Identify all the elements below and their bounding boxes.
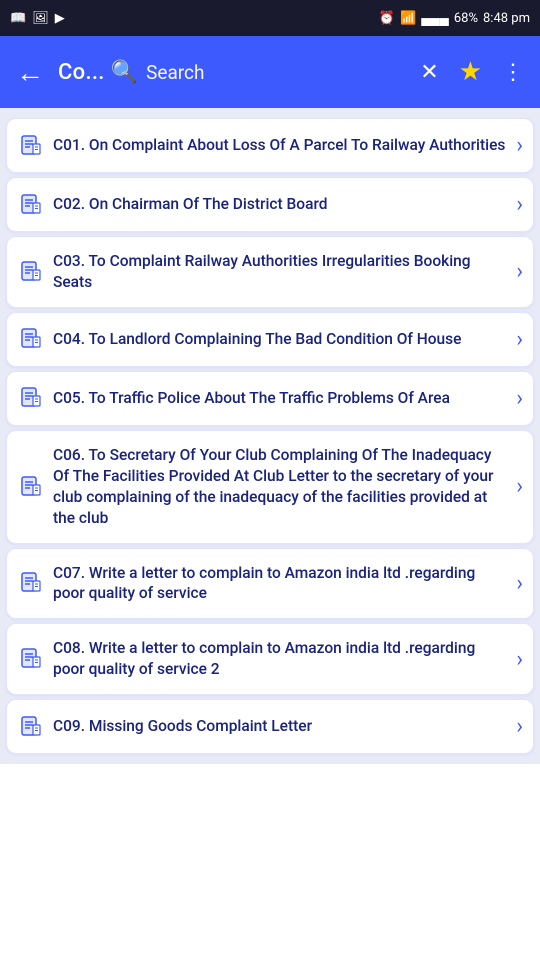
chevron-right-icon: › — [516, 647, 523, 672]
app-bar: ← Co... 🔍 Search ✕ ★ ⋮ — [0, 36, 540, 108]
favorite-button[interactable]: ★ — [451, 49, 490, 95]
document-icon — [19, 647, 43, 671]
chevron-right-icon: › — [516, 133, 523, 158]
document-icon — [19, 715, 43, 739]
list-item-text: C04. To Landlord Complaining The Bad Con… — [53, 329, 506, 350]
document-icon — [19, 193, 43, 217]
close-button[interactable]: ✕ — [412, 52, 446, 93]
list-item[interactable]: C06. To Secretary Of Your Club Complaini… — [6, 430, 534, 544]
list-item[interactable]: C02. On Chairman Of The District Board › — [6, 177, 534, 232]
document-icon — [19, 134, 43, 158]
chevron-right-icon: › — [516, 714, 523, 739]
document-icon — [19, 260, 43, 284]
sim-icon: 📶 — [400, 11, 416, 26]
back-button[interactable]: ← — [8, 48, 52, 97]
chevron-right-icon: › — [516, 192, 523, 217]
list-item[interactable]: C01. On Complaint About Loss Of A Parcel… — [6, 118, 534, 173]
list-item[interactable]: C03. To Complaint Railway Authorities Ir… — [6, 236, 534, 308]
search-bar[interactable]: 🔍 Search — [111, 60, 407, 85]
list-item-text: C09. Missing Goods Complaint Letter — [53, 716, 506, 737]
image-icon: 🖼 — [32, 11, 49, 26]
list-container: C01. On Complaint About Loss Of A Parcel… — [0, 108, 540, 764]
list-item-text: C03. To Complaint Railway Authorities Ir… — [53, 251, 506, 293]
status-bar-left: 📖 🖼 ▶ — [10, 11, 65, 26]
list-item-text: C08. Write a letter to complain to Amazo… — [53, 638, 506, 680]
chevron-right-icon: › — [516, 386, 523, 411]
back-arrow-icon: ← — [16, 56, 44, 89]
list-item-text: C02. On Chairman Of The District Board — [53, 194, 506, 215]
app-bar-title: Co... — [58, 60, 105, 85]
chevron-right-icon: › — [516, 474, 523, 499]
document-icon — [19, 571, 43, 595]
alarm-icon: ⏰ — [379, 11, 395, 26]
overflow-menu-icon: ⋮ — [502, 60, 524, 85]
youtube-icon: ▶ — [55, 11, 65, 26]
book-icon: 📖 — [10, 11, 26, 26]
battery-level: 68% — [454, 11, 478, 26]
list-item-text: C01. On Complaint About Loss Of A Parcel… — [53, 135, 506, 156]
star-icon: ★ — [459, 57, 482, 87]
status-bar: 📖 🖼 ▶ ⏰ 📶 ▄▄▄ 68% 8:48 pm — [0, 0, 540, 36]
list-item[interactable]: C08. Write a letter to complain to Amazo… — [6, 623, 534, 695]
list-item[interactable]: C09. Missing Goods Complaint Letter › — [6, 699, 534, 754]
document-icon — [19, 475, 43, 499]
close-icon: ✕ — [420, 60, 438, 85]
chevron-right-icon: › — [516, 259, 523, 284]
status-bar-right: ⏰ 📶 ▄▄▄ 68% 8:48 pm — [379, 10, 530, 26]
list-item-text: C05. To Traffic Police About The Traffic… — [53, 388, 506, 409]
document-icon — [19, 327, 43, 351]
document-icon — [19, 386, 43, 410]
chevron-right-icon: › — [516, 327, 523, 352]
time-display: 8:48 pm — [483, 11, 530, 26]
chevron-right-icon: › — [516, 571, 523, 596]
list-item-text: C06. To Secretary Of Your Club Complaini… — [53, 445, 506, 529]
search-icon: 🔍 — [111, 60, 138, 85]
more-options-button[interactable]: ⋮ — [494, 52, 532, 93]
app-bar-actions: ✕ ★ ⋮ — [412, 49, 532, 95]
search-label: Search — [146, 61, 204, 84]
list-item-text: C07. Write a letter to complain to Amazo… — [53, 563, 506, 605]
list-item[interactable]: C05. To Traffic Police About The Traffic… — [6, 371, 534, 426]
list-item[interactable]: C07. Write a letter to complain to Amazo… — [6, 548, 534, 620]
list-item[interactable]: C04. To Landlord Complaining The Bad Con… — [6, 312, 534, 367]
signal-bars: ▄▄▄ — [421, 10, 449, 26]
